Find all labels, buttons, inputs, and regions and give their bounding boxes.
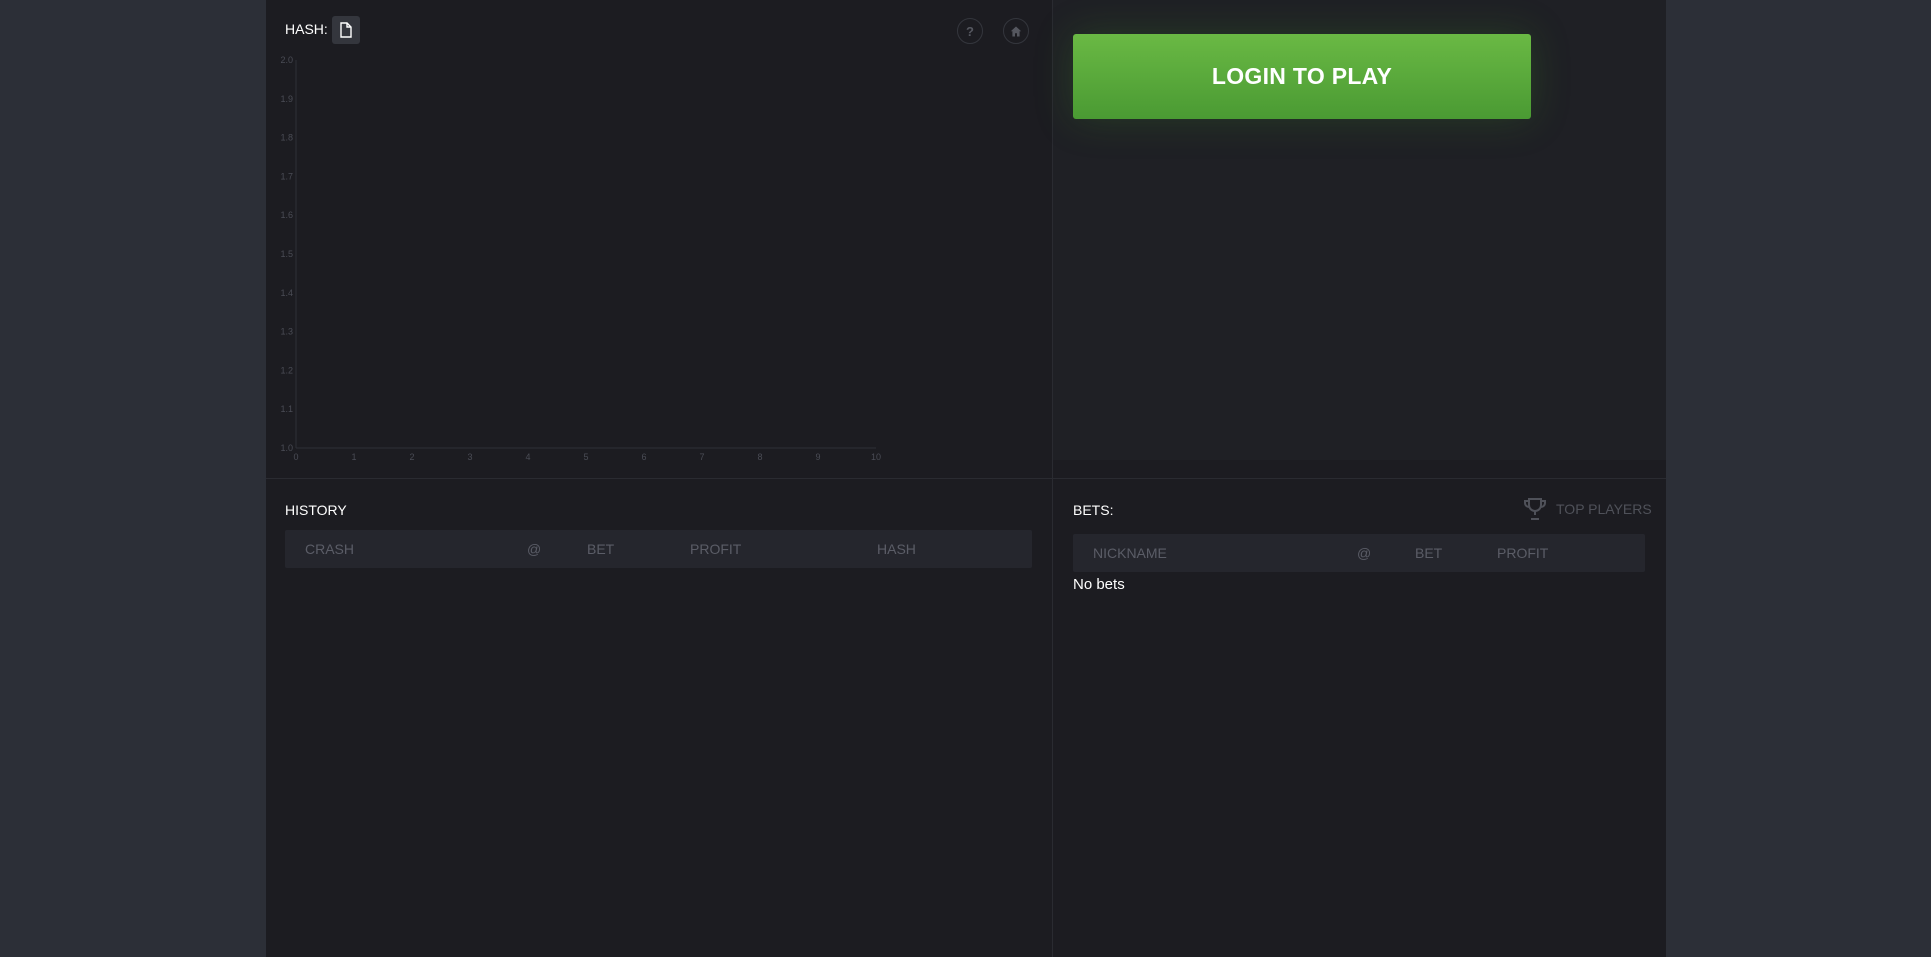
horizontal-divider [266, 478, 1666, 479]
x-tick-label: 2 [409, 452, 414, 462]
x-tick-label: 10 [871, 452, 881, 462]
y-tick-label: 1.3 [280, 327, 293, 337]
help-button[interactable]: ? [957, 18, 983, 44]
y-tick-label: 1.4 [280, 288, 293, 298]
column-bet: BET [1415, 545, 1443, 561]
x-tick-label: 8 [757, 452, 762, 462]
y-tick-label: 2.0 [280, 55, 293, 65]
y-tick-label: 1.7 [280, 171, 293, 181]
home-icon [1010, 26, 1022, 36]
help-icon: ? [966, 23, 974, 39]
y-tick-label: 1.8 [280, 133, 293, 143]
x-tick-label: 0 [293, 452, 298, 462]
x-tick-label: 4 [525, 452, 530, 462]
column-at: @ [527, 541, 542, 557]
column-nickname: NICKNAME [1093, 545, 1167, 561]
y-tick-label: 1.9 [280, 94, 293, 104]
game-app: HASH: ? 1.0 1.1 1.2 1.3 1.4 1.5 1.6 1.7 1.8 1.9 2.… [266, 0, 1666, 957]
login-to-play-button[interactable]: LOGIN TO PLAY [1073, 34, 1531, 119]
x-tick-label: 7 [699, 452, 704, 462]
y-tick-label: 1.2 [280, 365, 293, 375]
column-crash: CRASH [305, 541, 355, 557]
hash-label: HASH: [285, 21, 328, 37]
column-profit: PROFIT [690, 541, 742, 557]
no-bets-message: No bets [1073, 576, 1125, 593]
x-tick-label: 5 [583, 452, 588, 462]
x-tick-label: 9 [815, 452, 820, 462]
top-players-label: TOP PLAYERS [1556, 501, 1652, 517]
column-bet: BET [587, 541, 615, 557]
x-tick-label: 1 [351, 452, 356, 462]
file-icon [340, 22, 352, 38]
hash-file-button[interactable] [332, 16, 360, 44]
y-tick-label: 1.1 [280, 404, 293, 414]
history-title: HISTORY [285, 502, 347, 518]
column-hash: HASH [877, 541, 916, 557]
history-table-header: CRASH @ BET PROFIT HASH [285, 530, 1032, 568]
y-tick-label: 1.0 [280, 443, 293, 453]
x-tick-label: 6 [641, 452, 646, 462]
x-tick-label: 3 [467, 452, 472, 462]
home-button[interactable] [1003, 18, 1029, 44]
crash-chart: 1.0 1.1 1.2 1.3 1.4 1.5 1.6 1.7 1.8 1.9 2.0 0 1 2 3 4 5 6… [280, 55, 881, 462]
y-tick-label: 1.6 [280, 210, 293, 220]
column-at: @ [1357, 545, 1372, 561]
trophy-icon [1524, 498, 1546, 520]
bets-title: BETS: [1073, 502, 1114, 518]
bets-table-header: NICKNAME @ BET PROFIT [1073, 534, 1645, 572]
y-tick-label: 1.5 [280, 249, 293, 259]
column-profit: PROFIT [1497, 545, 1549, 561]
top-players-link[interactable]: TOP PLAYERS [1522, 497, 1652, 521]
